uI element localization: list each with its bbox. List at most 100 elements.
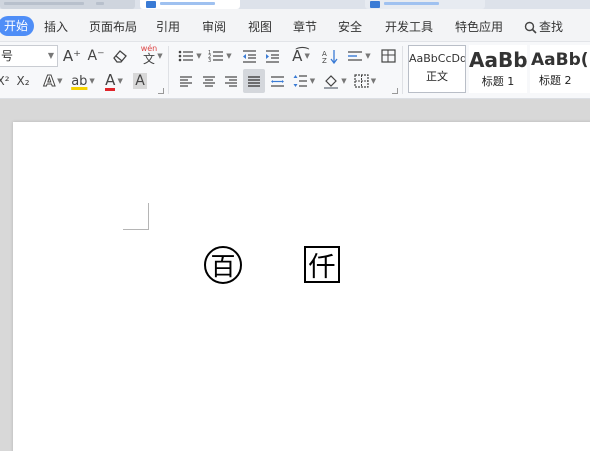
text-effect-icon: A bbox=[43, 72, 56, 91]
font-color-button[interactable]: A ▼ bbox=[101, 70, 127, 92]
table-layout-button[interactable] bbox=[378, 45, 398, 67]
tab-special-apps[interactable]: 特色应用 bbox=[455, 17, 503, 37]
separator bbox=[168, 46, 169, 94]
clear-format-button[interactable] bbox=[110, 45, 130, 67]
tab-page-layout[interactable]: 页面布局 bbox=[89, 17, 137, 37]
tab-review[interactable]: 审阅 bbox=[202, 17, 226, 37]
enclosed-square-character[interactable]: 仟 bbox=[304, 246, 340, 283]
outdent-icon bbox=[242, 50, 256, 63]
shrink-font-button[interactable]: A⁻ bbox=[87, 45, 105, 67]
enclosed-square-text: 仟 bbox=[308, 252, 336, 283]
align-center-icon bbox=[203, 75, 215, 87]
chevron-down-icon: ▼ bbox=[370, 77, 377, 85]
enclosed-circle-text: 百 bbox=[210, 252, 236, 281]
align-justify-icon bbox=[248, 75, 260, 87]
window-tab-1-title bbox=[4, 2, 84, 5]
tab-developer[interactable]: 开发工具 bbox=[385, 17, 433, 37]
char-shading-icon: A bbox=[133, 73, 147, 89]
tab-references[interactable]: 引用 bbox=[156, 17, 180, 37]
distribute-icon bbox=[270, 75, 284, 87]
style-heading-1[interactable]: AaBb 标题 1 bbox=[469, 45, 527, 93]
align-right-icon bbox=[225, 75, 237, 87]
highlight-button[interactable]: ab ▼ bbox=[70, 70, 96, 92]
style-label: 标题 2 bbox=[539, 74, 572, 87]
superscript-button[interactable]: X² bbox=[0, 70, 10, 92]
numbered-list-button[interactable]: 1 2 3 ▼ bbox=[207, 45, 233, 67]
change-case-button[interactable]: A͡ ▼ bbox=[288, 45, 314, 67]
align-left-icon bbox=[180, 75, 192, 87]
chevron-down-icon: ▼ bbox=[309, 77, 316, 85]
chevron-down-icon: ▼ bbox=[157, 52, 163, 60]
separator bbox=[402, 46, 403, 94]
text-effect-button[interactable]: A ▼ bbox=[40, 70, 66, 92]
line-spacing-button[interactable]: ▼ bbox=[346, 45, 372, 67]
chevron-down-icon: ▼ bbox=[304, 52, 310, 60]
tab-security[interactable]: 安全 bbox=[338, 17, 362, 37]
style-sample: AaBb bbox=[469, 48, 527, 72]
paragraph-line-spacing-button[interactable]: ▼ bbox=[291, 70, 317, 92]
tab-home[interactable]: 开始 bbox=[0, 16, 35, 36]
line-spacing-icon bbox=[293, 75, 307, 87]
window-tab-2-title bbox=[160, 2, 215, 5]
borders-button[interactable]: ▼ bbox=[352, 70, 378, 92]
window-tab-1-close-icon[interactable] bbox=[96, 2, 104, 5]
ribbon-tab-bar: 开始 插入 页面布局 引用 审阅 视图 章节 安全 开发工具 特色应用 查找 bbox=[0, 9, 590, 42]
style-sample: AaBb( bbox=[531, 50, 589, 70]
indent-icon bbox=[265, 50, 279, 63]
chevron-down-icon: ▼ bbox=[89, 77, 95, 85]
chevron-down-icon: ▼ bbox=[117, 77, 123, 85]
distributed-align-button[interactable] bbox=[268, 70, 286, 92]
tab-view[interactable]: 视图 bbox=[248, 17, 272, 37]
chevron-down-icon: ▼ bbox=[365, 52, 371, 60]
font-size-select[interactable]: 号 ▼ bbox=[0, 45, 58, 67]
frame-icon bbox=[380, 49, 396, 63]
svg-text:3: 3 bbox=[208, 58, 211, 63]
sort-icon: AZ bbox=[322, 49, 338, 64]
chevron-down-icon: ▼ bbox=[47, 51, 54, 60]
align-right-button[interactable] bbox=[222, 70, 240, 92]
chevron-down-icon: ▼ bbox=[341, 77, 347, 85]
style-sample: AaBbCcDd bbox=[409, 52, 466, 65]
font-size-value: 号 bbox=[1, 49, 14, 63]
svg-text:Z: Z bbox=[322, 57, 327, 64]
justify-button[interactable] bbox=[243, 69, 265, 93]
window-tab-3-title bbox=[384, 2, 439, 5]
align-center-button[interactable] bbox=[200, 70, 218, 92]
subscript-button[interactable]: X₂ bbox=[14, 70, 32, 92]
increase-indent-button[interactable] bbox=[263, 45, 281, 67]
style-label: 标题 1 bbox=[481, 75, 515, 88]
paint-bucket-icon bbox=[324, 74, 339, 89]
window-tab-2[interactable] bbox=[140, 0, 240, 9]
decrease-indent-button[interactable] bbox=[240, 45, 258, 67]
chevron-down-icon: ▼ bbox=[57, 77, 63, 85]
eraser-icon bbox=[113, 50, 127, 63]
margin-marker bbox=[123, 229, 149, 230]
document-page[interactable]: 百 仟 bbox=[13, 122, 590, 451]
bullet-list-button[interactable]: ▼ bbox=[177, 45, 203, 67]
phonetic-dropdown[interactable]: ▼ bbox=[155, 45, 163, 67]
document-icon bbox=[370, 1, 380, 8]
tab-chapter[interactable]: 章节 bbox=[293, 17, 317, 37]
tab-insert[interactable]: 插入 bbox=[44, 17, 68, 37]
style-label: 正文 bbox=[426, 70, 448, 83]
paragraph-dialog-launcher[interactable] bbox=[392, 88, 398, 94]
sort-button[interactable]: AZ bbox=[320, 45, 340, 67]
phonetic-char: 文 bbox=[142, 52, 155, 66]
borders-icon bbox=[354, 74, 369, 88]
home-toolbar: 号 ▼ A⁺ A⁻ wén 文 ▼ X² X₂ A ▼ ab ▼ A ▼ A ▼ 12… bbox=[0, 42, 590, 99]
style-heading-2[interactable]: AaBb( 标题 2 bbox=[530, 45, 590, 93]
search-button[interactable]: 查找 bbox=[524, 17, 563, 37]
chevron-down-icon: ▼ bbox=[196, 52, 202, 60]
grow-font-button[interactable]: A⁺ bbox=[63, 45, 81, 67]
font-dialog-launcher[interactable] bbox=[158, 88, 164, 94]
numbered-list-icon: 123 bbox=[208, 50, 224, 63]
shading-button[interactable]: ▼ bbox=[322, 70, 348, 92]
align-left-button[interactable] bbox=[177, 70, 195, 92]
font-color-icon: A bbox=[105, 70, 116, 91]
style-normal[interactable]: AaBbCcDd 正文 bbox=[408, 45, 466, 93]
window-tab-1[interactable] bbox=[0, 0, 135, 9]
enclosed-circle-character[interactable]: 百 bbox=[204, 246, 242, 284]
paragraph-spacing-icon bbox=[348, 51, 363, 61]
window-tab-3[interactable] bbox=[365, 0, 485, 9]
character-shading-button[interactable]: A bbox=[131, 70, 149, 92]
